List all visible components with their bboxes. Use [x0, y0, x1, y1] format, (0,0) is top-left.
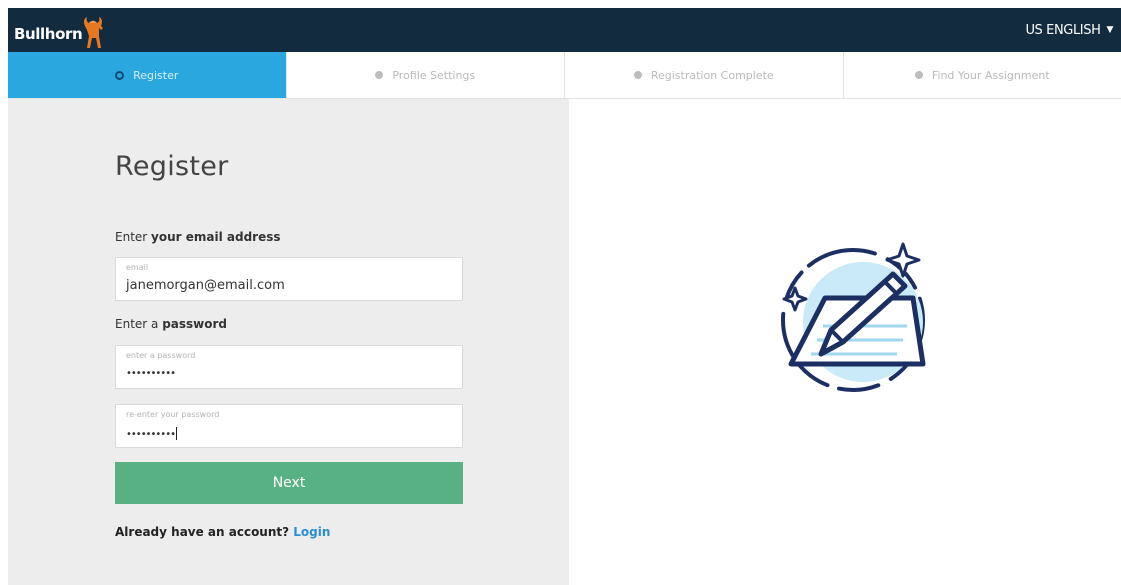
password-placeholder: enter a password: [126, 351, 196, 360]
step-label: Registration Complete: [650, 68, 774, 82]
chevron-down-icon: ▼: [1106, 25, 1113, 35]
register-form-panel: Register Enter your email address email …: [8, 99, 569, 585]
edit-document-sparkle-icon: [781, 242, 926, 392]
email-field[interactable]: email janemorgan@email.com: [115, 257, 463, 301]
step-register[interactable]: Register: [8, 52, 287, 98]
confirm-password-field[interactable]: re-enter your password ••••••••••: [115, 404, 463, 448]
password-label: Enter a password: [115, 317, 228, 331]
page-title: Register: [115, 151, 229, 182]
step-label: Register: [133, 68, 179, 82]
top-navigation-bar: Bullhorn US ENGLISH ▼: [8, 8, 1121, 52]
confirm-password-value: ••••••••••: [126, 427, 177, 440]
step-label: Profile Settings: [392, 68, 476, 82]
step-profile-settings[interactable]: Profile Settings: [287, 52, 565, 98]
step-find-your-assignment[interactable]: Find Your Assignment: [844, 52, 1121, 98]
email-value: janemorgan@email.com: [126, 278, 285, 293]
step-label: Find Your Assignment: [931, 68, 1050, 82]
language-label: US ENGLISH: [1025, 22, 1101, 38]
step-indicator-icon: [375, 71, 384, 79]
step-indicator-icon: [115, 70, 125, 80]
password-value: ••••••••••: [126, 368, 176, 379]
logo-text: Bullhorn: [14, 25, 83, 43]
password-field[interactable]: enter a password ••••••••••: [115, 345, 463, 389]
confirm-password-placeholder: re-enter your password: [126, 410, 220, 419]
text-cursor: [175, 427, 177, 440]
step-registration-complete[interactable]: Registration Complete: [565, 52, 844, 98]
login-prompt: Already have an account? Login: [115, 525, 331, 539]
next-button[interactable]: Next: [115, 462, 463, 504]
registration-steps: Register Profile Settings Registration C…: [8, 52, 1121, 99]
step-indicator-icon: [914, 71, 923, 79]
bull-icon: [84, 17, 104, 48]
bullhorn-logo[interactable]: Bullhorn: [8, 8, 109, 52]
login-link[interactable]: Login: [293, 525, 330, 539]
step-indicator-icon: [633, 71, 642, 79]
email-placeholder: email: [126, 263, 149, 272]
language-selector[interactable]: US ENGLISH ▼: [1025, 23, 1121, 38]
illustration-panel: [569, 99, 1121, 585]
email-label: Enter your email address: [115, 230, 281, 244]
